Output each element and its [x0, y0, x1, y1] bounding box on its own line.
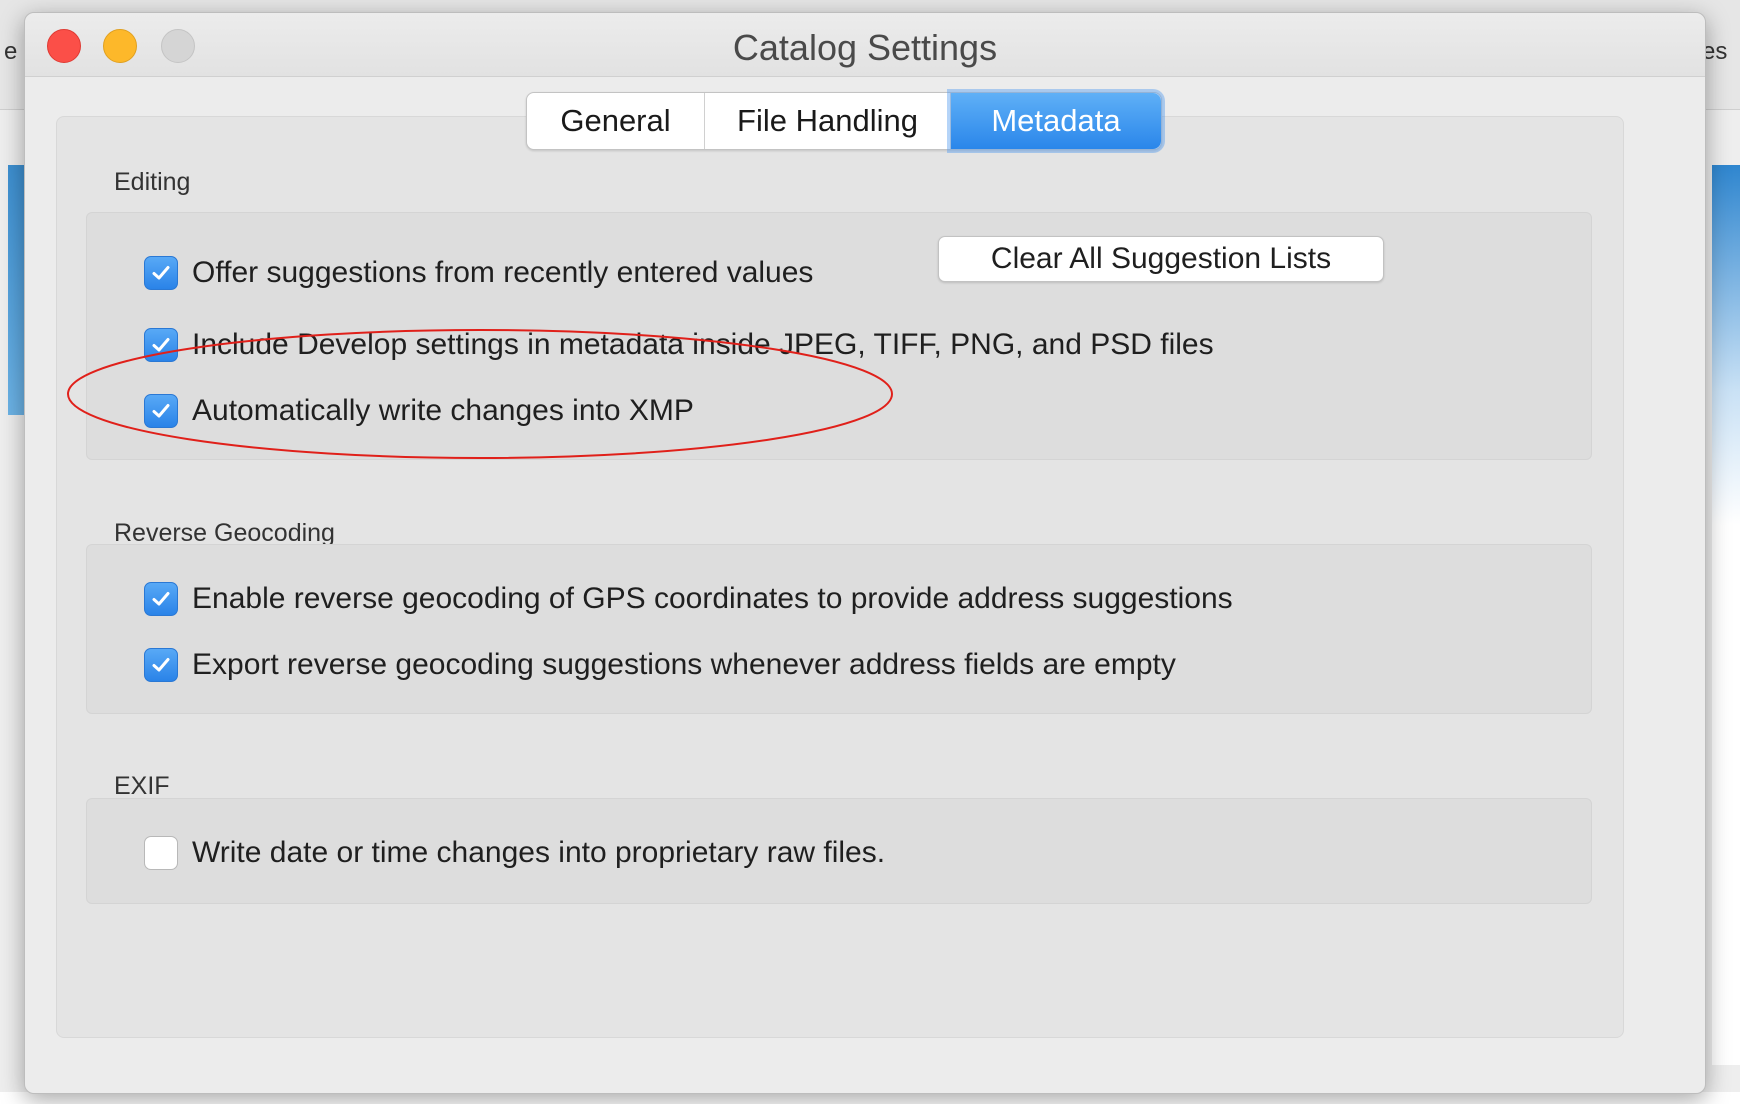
offer-suggestions-checkbox[interactable]	[144, 256, 178, 290]
checkmark-icon	[152, 592, 170, 606]
include-develop-settings-option[interactable]: Include Develop settings in metadata ins…	[144, 328, 1214, 362]
export-reverse-geocoding-label: Export reverse geocoding suggestions whe…	[192, 648, 1176, 681]
checkmark-icon	[152, 338, 170, 352]
enable-reverse-geocoding-label: Enable reverse geocoding of GPS coordina…	[192, 582, 1233, 615]
auto-write-xmp-checkbox[interactable]	[144, 394, 178, 428]
tab-bar: General File Handling Metadata	[526, 92, 1162, 150]
auto-write-xmp-label: Automatically write changes into XMP	[192, 394, 694, 427]
background-right-panel	[1712, 165, 1740, 1065]
write-date-time-label: Write date or time changes into propriet…	[192, 836, 886, 869]
window-title: Catalog Settings	[732, 27, 998, 68]
auto-write-xmp-option[interactable]: Automatically write changes into XMP	[144, 394, 694, 428]
offer-suggestions-option[interactable]: Offer suggestions from recently entered …	[144, 256, 813, 290]
include-develop-settings-label: Include Develop settings in metadata ins…	[192, 328, 1214, 361]
tab-file-handling[interactable]: File Handling	[705, 93, 951, 149]
export-reverse-geocoding-option[interactable]: Export reverse geocoding suggestions whe…	[144, 648, 1176, 682]
write-date-time-option[interactable]: Write date or time changes into propriet…	[144, 836, 885, 870]
section-reverse-geocoding	[86, 544, 1592, 714]
tab-general[interactable]: General	[527, 93, 705, 149]
write-date-time-checkbox[interactable]	[144, 836, 178, 870]
offer-suggestions-label: Offer suggestions from recently entered …	[192, 256, 814, 289]
title-bar[interactable]: Catalog Settings	[25, 13, 1705, 77]
enable-reverse-geocoding-option[interactable]: Enable reverse geocoding of GPS coordina…	[144, 582, 1233, 616]
enable-reverse-geocoding-checkbox[interactable]	[144, 582, 178, 616]
background-left-text: e	[4, 38, 18, 65]
checkmark-icon	[152, 266, 170, 280]
section-label-editing: Editing	[114, 168, 191, 196]
tab-metadata[interactable]: Metadata	[951, 93, 1161, 149]
section-label-exif: EXIF	[114, 772, 170, 800]
include-develop-settings-checkbox[interactable]	[144, 328, 178, 362]
export-reverse-geocoding-checkbox[interactable]	[144, 648, 178, 682]
checkmark-icon	[152, 404, 170, 418]
checkmark-icon	[152, 658, 170, 672]
clear-all-suggestion-lists-button[interactable]: Clear All Suggestion Lists	[938, 236, 1384, 282]
